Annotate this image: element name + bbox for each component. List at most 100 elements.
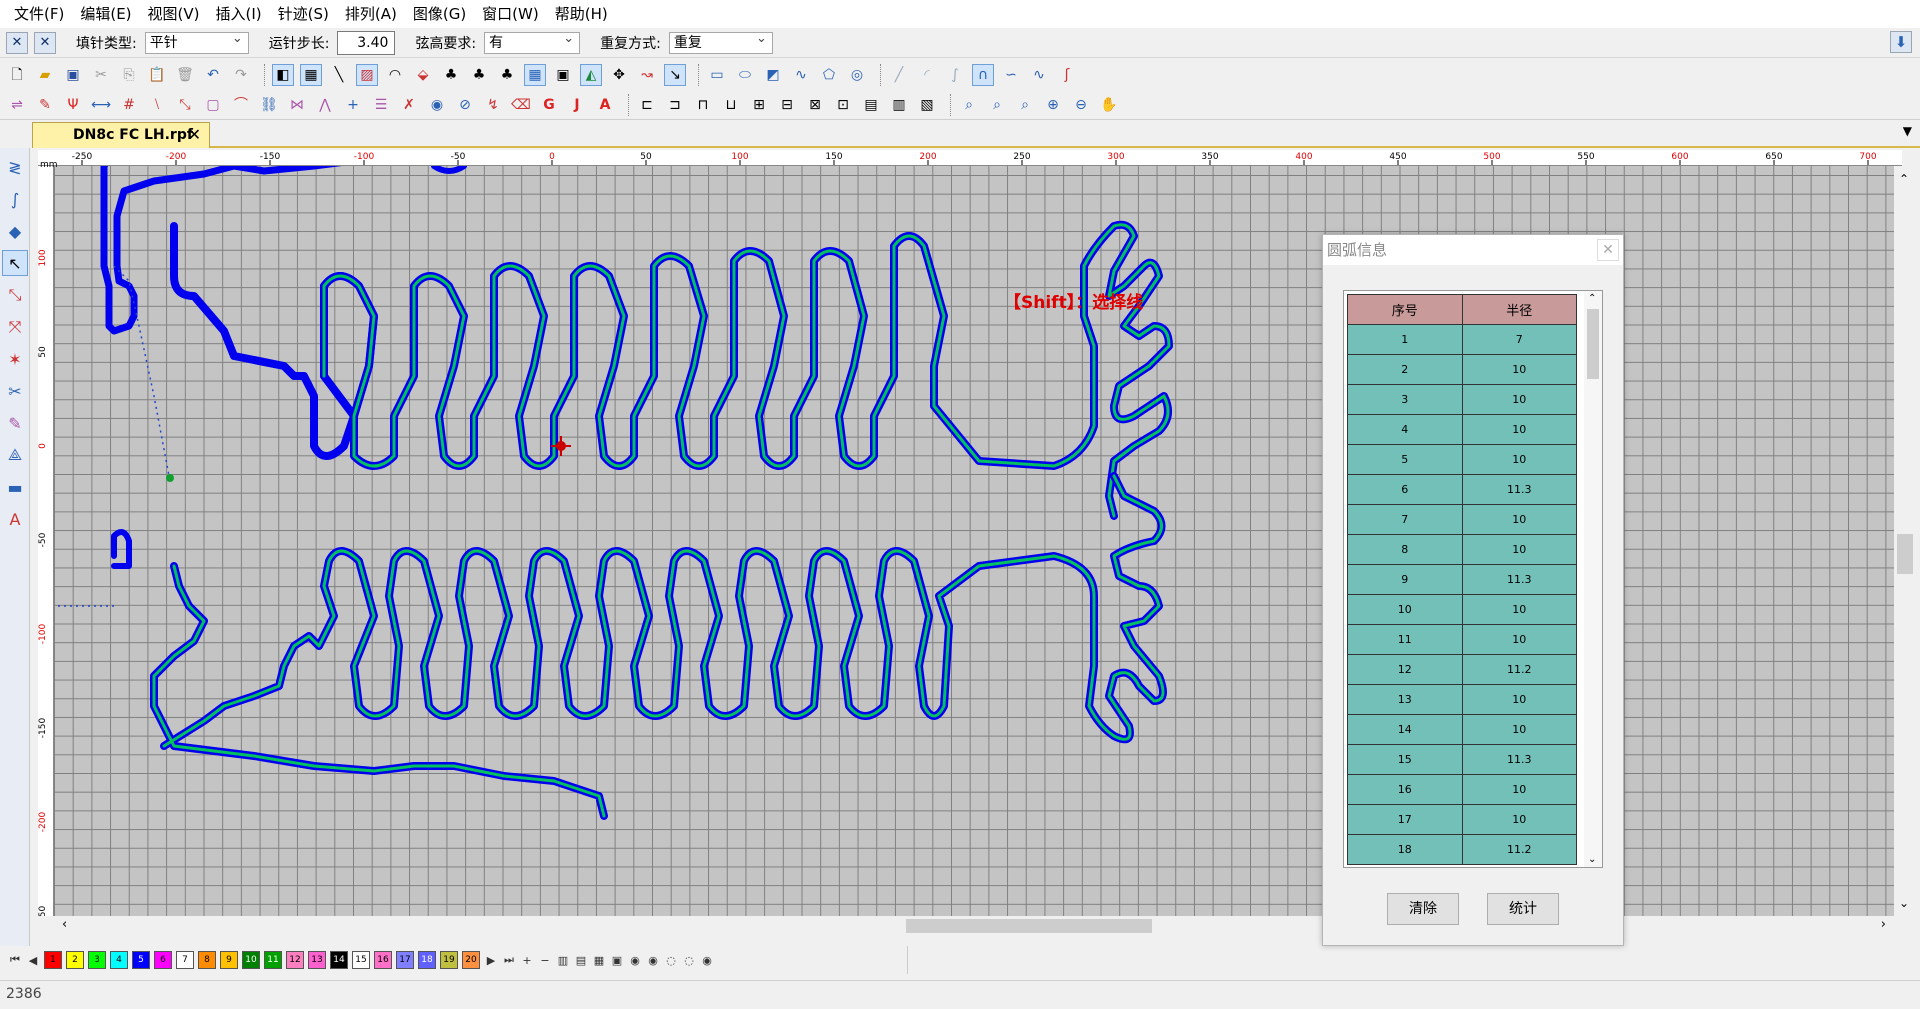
move-icon[interactable]: ✥ bbox=[608, 64, 630, 86]
rectangle-icon[interactable]: ▭ bbox=[706, 64, 728, 86]
chart-icon[interactable]: ◭ bbox=[580, 64, 602, 86]
stats-button[interactable]: 统计 bbox=[1487, 893, 1559, 925]
show-grid-icon[interactable]: ▦ bbox=[524, 64, 546, 86]
color-swatch[interactable]: 17 bbox=[396, 951, 414, 969]
plus-icon[interactable]: + bbox=[342, 94, 364, 116]
fill-type-select[interactable]: 平针 bbox=[144, 29, 249, 54]
color-swatch[interactable]: 2 bbox=[66, 951, 84, 969]
vertical-scroll-thumb[interactable] bbox=[1897, 534, 1913, 574]
zoom-out-icon[interactable]: ⊖ bbox=[1070, 94, 1092, 116]
fork-icon[interactable]: Ψ bbox=[62, 94, 84, 116]
show-all-icon[interactable]: ◉ bbox=[646, 951, 660, 969]
table-row[interactable]: 8 10 bbox=[1347, 534, 1577, 565]
node-edit-icon[interactable]: ⬙ bbox=[412, 64, 434, 86]
redo-icon[interactable]: ↷ bbox=[230, 64, 252, 86]
column-index-header[interactable]: 序号 bbox=[1347, 294, 1463, 325]
color-swatch[interactable]: 8 bbox=[198, 951, 216, 969]
grid-mode-icon[interactable]: ▦ bbox=[300, 64, 322, 86]
table-row[interactable]: 18 11.2 bbox=[1347, 834, 1577, 865]
zigzag-tool-icon[interactable]: ≷ bbox=[2, 154, 28, 180]
zoom-extents-icon[interactable]: ⌕ bbox=[1014, 94, 1036, 116]
ruler-tool-icon[interactable]: ▬ bbox=[2, 474, 28, 500]
document-tab[interactable]: DN8c FC LH.rpf ✕ bbox=[32, 122, 210, 148]
table-row[interactable]: 5 10 bbox=[1347, 444, 1577, 475]
pen-tool-icon[interactable]: ✎ bbox=[2, 410, 28, 436]
table-row[interactable]: 12 11.2 bbox=[1347, 654, 1577, 685]
frame-icon[interactable]: ▣ bbox=[552, 64, 574, 86]
menu-item[interactable]: 插入(I) bbox=[208, 0, 270, 28]
table-row[interactable]: 6 11.3 bbox=[1347, 474, 1577, 505]
table-scroll-down-icon[interactable]: ⌄ bbox=[1588, 854, 1596, 865]
distribute-h-icon[interactable]: ▥ bbox=[888, 94, 910, 116]
pentagon-icon[interactable]: ⬠ bbox=[818, 64, 840, 86]
color-swatch[interactable]: 11 bbox=[264, 951, 282, 969]
color-select-icon[interactable]: ▣ bbox=[610, 951, 624, 969]
draw-s-curve-icon[interactable]: ∫ bbox=[944, 64, 966, 86]
eye-icon[interactable]: ◉ bbox=[700, 951, 714, 969]
edit-shape-icon[interactable]: ◩ bbox=[762, 64, 784, 86]
table-row[interactable]: 9 11.3 bbox=[1347, 564, 1577, 595]
menu-item[interactable]: 排列(A) bbox=[337, 0, 405, 28]
branch-tool-icon[interactable]: ⤧ bbox=[2, 314, 28, 340]
color-swatch[interactable]: 9 bbox=[220, 951, 238, 969]
tab-list-chevron-icon[interactable]: ▼ bbox=[1903, 124, 1912, 138]
undo-icon[interactable]: ↶ bbox=[202, 64, 224, 86]
diamond-fill-icon[interactable]: ◆ bbox=[2, 218, 28, 244]
open-folder-icon[interactable]: ▰ bbox=[34, 64, 56, 86]
pan-hand-icon[interactable]: ✋ bbox=[1098, 94, 1120, 116]
star-tool-icon[interactable]: ✶ bbox=[2, 346, 28, 372]
color-swatch[interactable]: 7 bbox=[176, 951, 194, 969]
same-size-icon[interactable]: ▤ bbox=[860, 94, 882, 116]
step-length-input[interactable]: 3.40 bbox=[337, 30, 396, 55]
stamp-b-icon[interactable]: ♣ bbox=[468, 64, 490, 86]
draw-spline-icon[interactable]: ʃ bbox=[1056, 64, 1078, 86]
remove-node-icon[interactable]: ✗ bbox=[398, 94, 420, 116]
zigzag-icon[interactable]: ⋀ bbox=[314, 94, 336, 116]
clear-button[interactable]: 清除 bbox=[1387, 893, 1459, 925]
hide-all-icon[interactable]: ◌ bbox=[682, 951, 696, 969]
table-row[interactable]: 4 10 bbox=[1347, 414, 1577, 445]
save-icon[interactable]: ▣ bbox=[62, 64, 84, 86]
color-swatch[interactable]: 12 bbox=[286, 951, 304, 969]
wave-icon[interactable]: ∿ bbox=[790, 64, 812, 86]
spiral-icon[interactable]: ◎ bbox=[846, 64, 868, 86]
draw-wave-icon[interactable]: ∿ bbox=[1028, 64, 1050, 86]
text-tool-icon[interactable]: A bbox=[2, 506, 28, 532]
table-row[interactable]: 17 10 bbox=[1347, 804, 1577, 835]
first-page-icon[interactable]: ⏮ bbox=[8, 951, 22, 969]
scissor-tool-icon[interactable]: ✂ bbox=[2, 378, 28, 404]
color-swatch[interactable]: 10 bbox=[242, 951, 260, 969]
draw-tilde-icon[interactable]: ∽ bbox=[1000, 64, 1022, 86]
table-scroll-up-icon[interactable]: ⌃ bbox=[1588, 293, 1596, 304]
table-row[interactable]: 10 10 bbox=[1347, 594, 1577, 625]
align-bottom-icon[interactable]: ⊔ bbox=[720, 94, 742, 116]
transform-tool-icon[interactable]: ⟁ bbox=[2, 442, 28, 468]
table-row[interactable]: 2 10 bbox=[1347, 354, 1577, 385]
letter-g-icon[interactable]: G bbox=[538, 94, 560, 116]
ladder-icon[interactable]: ☰ bbox=[370, 94, 392, 116]
table-row[interactable]: 7 10 bbox=[1347, 504, 1577, 535]
hide-icon[interactable]: ◌ bbox=[664, 951, 678, 969]
table-scroll-thumb[interactable] bbox=[1587, 309, 1599, 379]
color-swatch[interactable]: 20 bbox=[462, 951, 480, 969]
ellipse-icon[interactable]: ⬭ bbox=[734, 64, 756, 86]
direction-icon[interactable]: ↘ bbox=[664, 64, 686, 86]
brush-icon[interactable]: ✎ bbox=[34, 94, 56, 116]
stamp-c-icon[interactable]: ♣ bbox=[496, 64, 518, 86]
align-center-icon[interactable]: ⊐ bbox=[664, 94, 686, 116]
repeat-mode-select[interactable]: 重复 bbox=[668, 29, 773, 54]
paste-icon[interactable]: 📋 bbox=[146, 64, 168, 86]
menu-item[interactable]: 窗口(W) bbox=[474, 0, 547, 28]
table-row[interactable]: 14 10 bbox=[1347, 714, 1577, 745]
pin-icon[interactable]: ⊘ bbox=[454, 94, 476, 116]
add-color-icon[interactable]: + bbox=[520, 951, 534, 969]
delete-point-icon[interactable]: ⌫ bbox=[510, 94, 532, 116]
knife-icon[interactable]: ⧵ bbox=[146, 94, 168, 116]
cancel-x-icon[interactable]: ✕ bbox=[6, 31, 28, 54]
zoom-in-icon[interactable]: ⊕ bbox=[1042, 94, 1064, 116]
menu-item[interactable]: 图像(G) bbox=[405, 0, 474, 28]
download-arrow-icon[interactable]: ⬇ bbox=[1890, 31, 1912, 53]
menu-item[interactable]: 编辑(E) bbox=[72, 0, 139, 28]
stamp-a-icon[interactable]: ♣ bbox=[440, 64, 462, 86]
color-swatch[interactable]: 5 bbox=[132, 951, 150, 969]
